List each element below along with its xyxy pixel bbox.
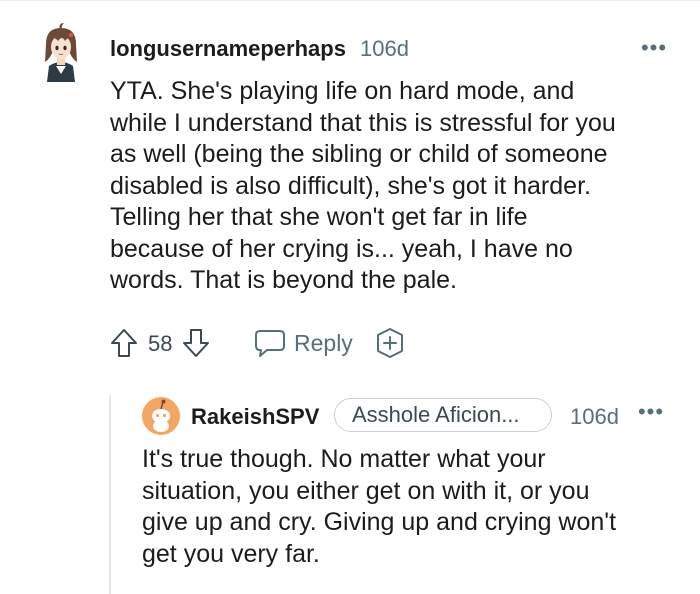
reply-username[interactable]: RakeishSPV: [191, 404, 319, 430]
upvote-button[interactable]: [108, 327, 140, 359]
reply-body-line: give up and cry. Giving up and crying wo…: [142, 508, 617, 536]
vote-count: 58: [148, 331, 173, 356]
comment-username[interactable]: longusernameperhaps: [110, 36, 346, 62]
speech-bubble-icon: [255, 330, 285, 357]
user-avatar[interactable]: [40, 22, 82, 82]
reply-label: Reply: [294, 329, 353, 356]
reply-timestamp: 106d: [570, 404, 619, 429]
award-button[interactable]: [374, 327, 406, 359]
comment-body: YTA. She's playing life on hard mode, an…: [110, 76, 670, 297]
reply-body-line: get you very far.: [142, 539, 320, 568]
top-divider: [0, 0, 700, 1]
arrow-down-icon: [183, 329, 209, 357]
comment-body-line: because of her crying is... yeah, I have…: [110, 234, 573, 263]
thread-line[interactable]: [109, 395, 111, 594]
more-options-icon[interactable]: •••: [639, 36, 669, 60]
comment-body-line: Telling her that she won't get far in li…: [110, 203, 528, 231]
snoo-avatar-icon: [142, 397, 180, 435]
anime-character-avatar-icon: [45, 23, 77, 82]
comment-body-line: YTA. She's playing life on hard mode, an…: [110, 77, 575, 105]
user-flair: Asshole Aficion...: [334, 398, 552, 432]
reply-body-line: It's true though. No matter what your: [142, 445, 546, 473]
comment-body-line: words. That is beyond the pale.: [110, 266, 457, 294]
reply-body: It's true though. No matter what your si…: [142, 444, 682, 570]
user-avatar[interactable]: [142, 397, 180, 435]
reply-button[interactable]: Reply: [254, 325, 353, 361]
reply-body-line: situation, you either get on with it, or…: [142, 476, 590, 505]
comment-action-bar: 58 Reply: [108, 323, 438, 363]
downvote-button[interactable]: [180, 327, 212, 359]
arrow-up-icon: [111, 329, 137, 357]
more-options-icon[interactable]: •••: [636, 400, 666, 424]
comment-timestamp: 106d: [360, 36, 409, 61]
comment-body-line: as well (being the sibling or child of s…: [110, 140, 608, 168]
comment-body-line: disabled is also difficult), she's got i…: [110, 171, 591, 200]
comment-body-line: while I understand that this is stressfu…: [110, 108, 616, 137]
award-plus-icon: [377, 328, 403, 358]
